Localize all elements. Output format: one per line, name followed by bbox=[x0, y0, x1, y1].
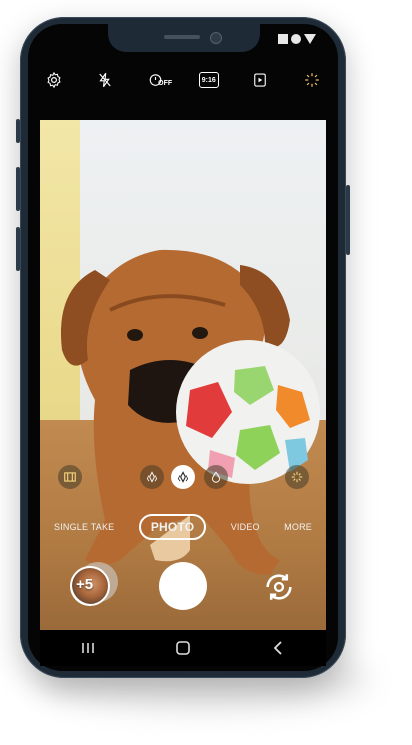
signal-icon bbox=[304, 34, 316, 44]
drop-icon[interactable] bbox=[204, 465, 228, 489]
power-button bbox=[346, 185, 350, 255]
motion-photo-icon[interactable] bbox=[247, 67, 273, 93]
camera-top-toolbar: OFF 9:16 bbox=[28, 56, 338, 104]
capture-controls: +5 bbox=[40, 554, 326, 624]
mode-video[interactable]: VIDEO bbox=[231, 522, 260, 532]
back-icon[interactable] bbox=[258, 633, 298, 663]
filter-icon[interactable] bbox=[299, 67, 325, 93]
battery-icon bbox=[278, 34, 288, 44]
bokeh-icon[interactable] bbox=[140, 465, 164, 489]
wifi-icon bbox=[291, 34, 301, 44]
camera-mode-selector: SINGLE TAKE PHOTO VIDEO MORE bbox=[40, 509, 326, 545]
aspect-ratio-icon[interactable]: 9:16 bbox=[196, 67, 222, 93]
volume-up-button bbox=[16, 167, 20, 211]
settings-icon[interactable] bbox=[41, 67, 67, 93]
front-camera bbox=[210, 32, 222, 44]
mode-photo[interactable]: PHOTO bbox=[138, 514, 207, 540]
video-frame-icon[interactable] bbox=[58, 465, 82, 489]
gallery-count: +5 bbox=[76, 576, 94, 593]
timer-off-icon[interactable]: OFF bbox=[144, 67, 173, 93]
aspect-ratio-label: 9:16 bbox=[201, 76, 216, 84]
status-bar bbox=[278, 34, 316, 44]
home-icon[interactable] bbox=[163, 633, 203, 663]
mode-single-take[interactable]: SINGLE TAKE bbox=[54, 522, 114, 532]
shutter-button[interactable] bbox=[159, 562, 207, 610]
mute-switch bbox=[16, 119, 20, 143]
recent-apps-icon[interactable] bbox=[68, 633, 108, 663]
mode-more[interactable]: MORE bbox=[284, 522, 312, 532]
notch bbox=[108, 24, 260, 52]
scene-tools-row bbox=[40, 460, 326, 494]
switch-camera-icon[interactable] bbox=[262, 570, 296, 604]
bokeh-active-icon[interactable] bbox=[171, 465, 195, 489]
timer-off-label: OFF bbox=[158, 80, 173, 87]
scene-optimizer-icon[interactable] bbox=[285, 465, 309, 489]
volume-down-button bbox=[16, 227, 20, 271]
system-navigation-bar bbox=[40, 630, 326, 666]
flash-off-icon[interactable] bbox=[92, 67, 118, 93]
speaker bbox=[164, 35, 200, 39]
